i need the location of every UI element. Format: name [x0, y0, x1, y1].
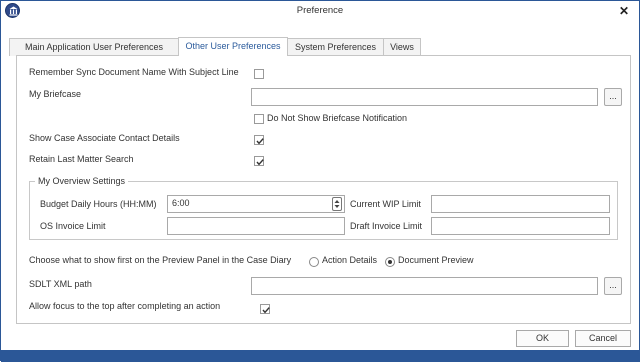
sdlt-browse-button[interactable]: ...	[604, 277, 622, 295]
spinner-arrows-icon	[334, 200, 340, 208]
close-icon[interactable]: ✕	[617, 4, 631, 18]
allow-focus-label: Allow focus to the top after completing …	[29, 301, 221, 311]
tab-main-application-user-preferences[interactable]: Main Application User Preferences	[9, 38, 179, 56]
checkmark-icon	[262, 307, 270, 314]
current-wip-label: Current WIP Limit	[350, 199, 421, 209]
remember-sync-label: Remember Sync Document Name With Subject…	[29, 67, 239, 77]
cancel-button[interactable]: Cancel	[575, 330, 631, 347]
current-wip-input[interactable]	[431, 195, 610, 213]
action-details-label: Action Details	[322, 255, 378, 265]
budget-hours-spinner[interactable]	[332, 197, 342, 211]
sdlt-path-input[interactable]	[251, 277, 598, 295]
tab-views[interactable]: Views	[383, 38, 421, 56]
draft-invoice-label: Draft Invoice Limit	[350, 221, 423, 231]
preference-window: Preference ✕ Main Application User Prefe…	[0, 0, 640, 362]
case-associate-checkbox[interactable]	[254, 135, 264, 145]
os-invoice-input[interactable]	[167, 217, 345, 235]
tab-label: Other User Preferences	[185, 41, 281, 51]
tab-system-preferences[interactable]: System Preferences	[287, 38, 384, 56]
preview-panel-label: Choose what to show first on the Preview…	[29, 255, 292, 265]
no-briefcase-notification-label: Do Not Show Briefcase Notification	[267, 113, 408, 123]
budget-hours-input[interactable]: 6:00	[167, 195, 345, 213]
document-preview-radio[interactable]	[385, 257, 395, 267]
allow-focus-checkbox[interactable]	[260, 304, 270, 314]
tab-other-user-preferences[interactable]: Other User Preferences	[178, 37, 288, 56]
briefcase-input[interactable]	[251, 88, 598, 106]
taskbar-strip	[1, 350, 640, 362]
no-briefcase-notification-checkbox[interactable]	[254, 114, 264, 124]
overview-settings-title: My Overview Settings	[35, 176, 129, 186]
ok-button[interactable]: OK	[516, 330, 569, 347]
tab-label: Main Application User Preferences	[24, 42, 164, 52]
budget-hours-label: Budget Daily Hours (HH:MM)	[40, 199, 157, 209]
document-preview-label: Document Preview	[398, 255, 474, 265]
checkmark-icon	[256, 159, 264, 166]
remember-sync-checkbox[interactable]	[254, 69, 264, 79]
tab-label: System Preferences	[294, 42, 377, 52]
briefcase-label: My Briefcase	[29, 89, 82, 99]
checkmark-icon	[256, 138, 264, 145]
retain-matter-checkbox[interactable]	[254, 156, 264, 166]
tab-label: Views	[390, 42, 414, 52]
window-title: Preference	[296, 5, 344, 16]
retain-matter-label: Retain Last Matter Search	[29, 154, 134, 164]
draft-invoice-input[interactable]	[431, 217, 610, 235]
briefcase-browse-button[interactable]: ...	[604, 88, 622, 106]
title-bar: Preference ✕	[1, 1, 639, 21]
os-invoice-label: OS Invoice Limit	[40, 221, 106, 231]
action-details-radio[interactable]	[309, 257, 319, 267]
sdlt-path-label: SDLT XML path	[29, 279, 92, 289]
case-associate-label: Show Case Associate Contact Details	[29, 133, 180, 143]
